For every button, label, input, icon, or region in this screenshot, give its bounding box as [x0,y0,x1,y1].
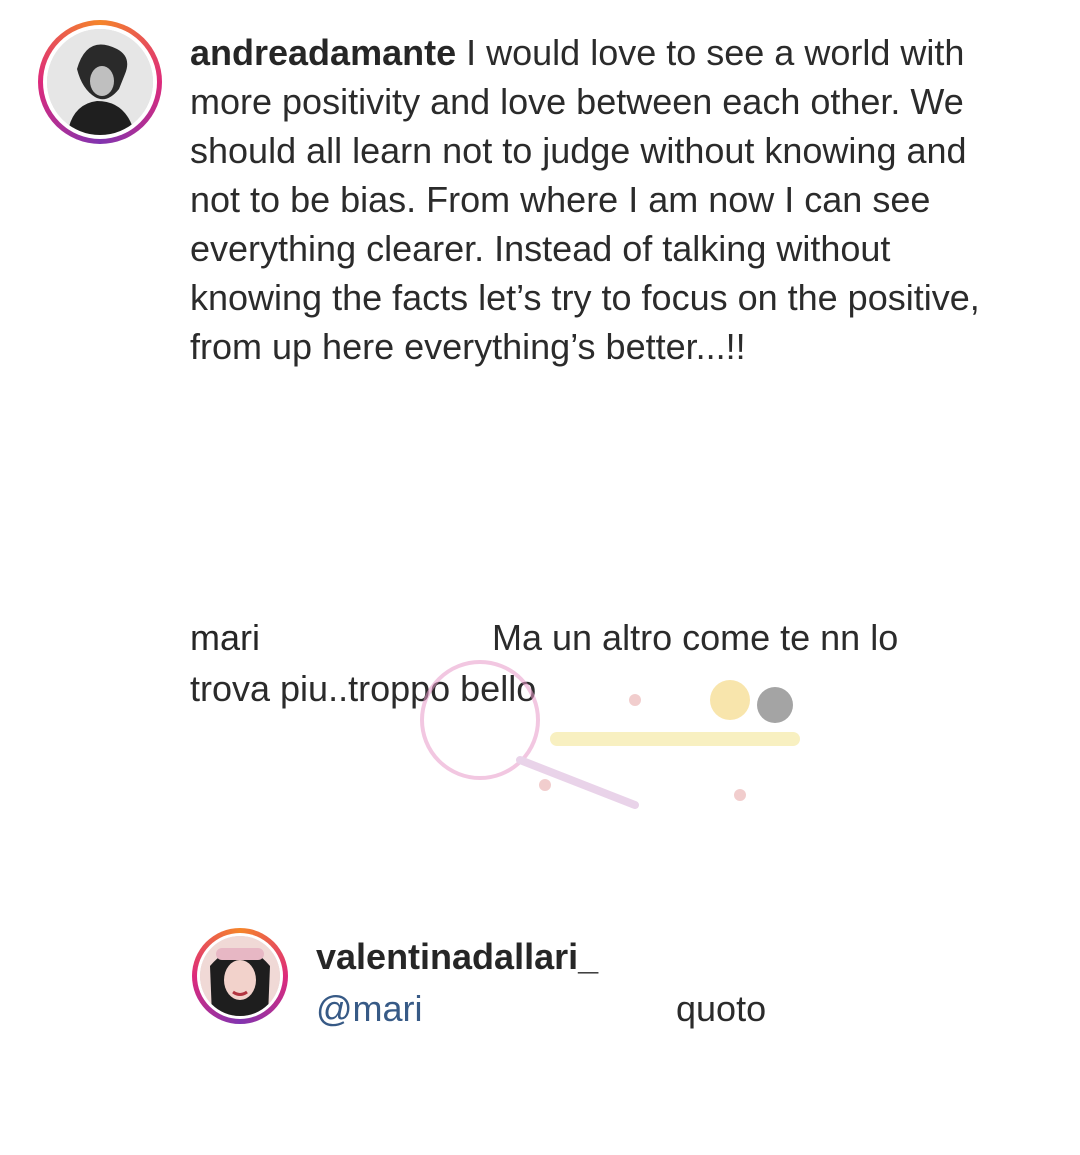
profile-photo [200,936,280,1016]
reply-text: quoto [676,988,767,1029]
comment-andreadamante: andreadamante I would love to see a worl… [190,28,1010,371]
avatar-valentinadallari[interactable] [192,928,288,1024]
comment-username[interactable]: mari [190,617,260,658]
mention-link[interactable]: @mari [316,988,423,1030]
avatar-andreadamante[interactable] [38,20,162,144]
reply-username[interactable]: valentinadallari_ [316,936,598,978]
comment-username[interactable]: andreadamante [190,32,456,73]
comment-text: I would love to see a world with more po… [190,32,980,367]
profile-photo [47,29,153,135]
watermark-logo [420,660,800,809]
